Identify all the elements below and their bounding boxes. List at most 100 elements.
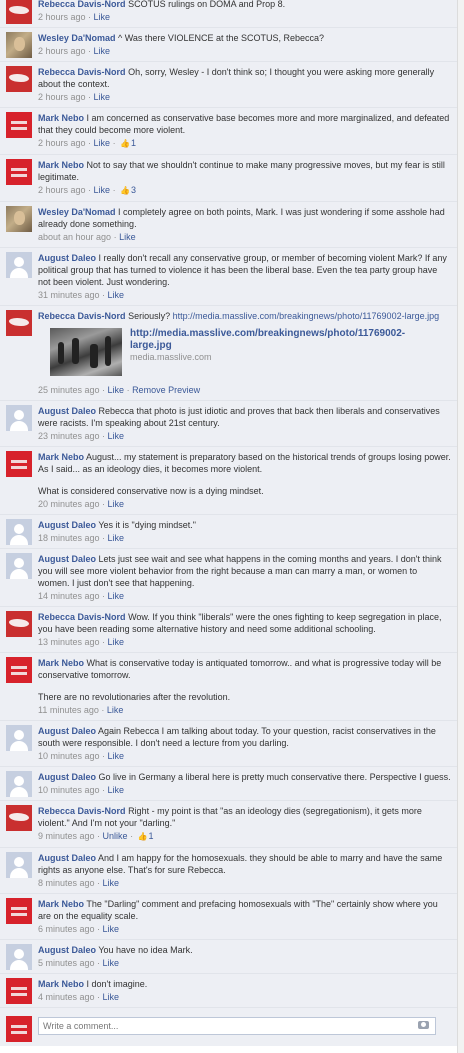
like-link[interactable]: Like	[108, 431, 125, 441]
avatar[interactable]	[6, 519, 32, 545]
like-link[interactable]: Like	[108, 499, 125, 509]
comment-time[interactable]: 13 minutes ago	[38, 637, 100, 647]
comment-author[interactable]: Wesley Da'Nomad	[38, 207, 116, 217]
camera-icon[interactable]	[418, 1021, 429, 1029]
comment-author[interactable]: Rebecca Davis-Nord	[38, 67, 126, 77]
comment-author[interactable]: Mark Nebo	[38, 658, 84, 668]
link-preview[interactable]: http://media.masslive.com/breakingnews/p…	[50, 328, 451, 380]
comment-author[interactable]: August Daleo	[38, 726, 96, 736]
comment-time[interactable]: 31 minutes ago	[38, 290, 100, 300]
comment-meta: 31 minutes ago · Like	[38, 290, 125, 300]
like-link[interactable]: Unlike	[103, 831, 128, 841]
avatar[interactable]	[6, 944, 32, 970]
like-count[interactable]: 1	[131, 138, 136, 148]
scrollbar[interactable]	[457, 0, 464, 1053]
like-link[interactable]: Like	[108, 591, 125, 601]
comment-author[interactable]: Rebecca Davis-Nord	[38, 311, 126, 321]
preview-image[interactable]	[50, 328, 122, 376]
like-link[interactable]: Like	[94, 138, 111, 148]
like-count[interactable]: 3	[131, 185, 136, 195]
comment-author[interactable]: August Daleo	[38, 406, 96, 416]
avatar[interactable]	[6, 725, 32, 751]
comment-time[interactable]: 8 minutes ago	[38, 878, 95, 888]
avatar[interactable]	[6, 553, 32, 579]
comment-time[interactable]: 9 minutes ago	[38, 831, 95, 841]
comment-author[interactable]: Mark Nebo	[38, 113, 84, 123]
avatar[interactable]	[6, 66, 32, 92]
like-link[interactable]: Like	[108, 751, 125, 761]
avatar[interactable]	[6, 771, 32, 797]
comment-body: August Daleo Lets just see wait and see …	[38, 553, 451, 589]
comment-time[interactable]: 14 minutes ago	[38, 591, 100, 601]
avatar[interactable]	[6, 32, 32, 58]
comment-author[interactable]: Mark Nebo	[38, 160, 84, 170]
comment-time[interactable]: 10 minutes ago	[38, 785, 100, 795]
comment-time[interactable]: 11 minutes ago	[38, 705, 99, 715]
avatar[interactable]	[6, 805, 32, 831]
like-link[interactable]: Like	[94, 92, 111, 102]
comment-author[interactable]: August Daleo	[38, 772, 96, 782]
avatar[interactable]	[6, 898, 32, 924]
comment-time[interactable]: 10 minutes ago	[38, 751, 100, 761]
comment-author[interactable]: August Daleo	[38, 520, 96, 530]
comment-author[interactable]: August Daleo	[38, 253, 96, 263]
comment-author[interactable]: Wesley Da'Nomad	[38, 33, 116, 43]
like-link[interactable]: Like	[94, 12, 111, 22]
like-count[interactable]: 1	[149, 831, 154, 841]
avatar[interactable]	[6, 0, 32, 24]
avatar[interactable]	[6, 252, 32, 278]
like-link[interactable]: Like	[108, 290, 125, 300]
like-link[interactable]: Like	[108, 533, 125, 543]
like-link[interactable]: Like	[103, 992, 120, 1002]
comment-time[interactable]: 5 minutes ago	[38, 958, 95, 968]
like-link[interactable]: Like	[108, 637, 125, 647]
comment-meta: 20 minutes ago · Like	[38, 499, 125, 509]
comment-text: I don't imagine.	[86, 979, 148, 989]
avatar[interactable]	[6, 852, 32, 878]
comment-time[interactable]: 4 minutes ago	[38, 992, 95, 1002]
comment-link[interactable]: http://media.masslive.com/breakingnews/p…	[173, 311, 440, 321]
like-link[interactable]: Like	[103, 924, 120, 934]
like-link[interactable]: Like	[103, 878, 120, 888]
comment-time[interactable]: 6 minutes ago	[38, 924, 95, 934]
comment-time[interactable]: 18 minutes ago	[38, 533, 100, 543]
like-link[interactable]: Like	[94, 185, 111, 195]
like-link[interactable]: Like	[94, 46, 111, 56]
avatar[interactable]	[6, 206, 32, 232]
preview-title[interactable]: http://media.masslive.com/breakingnews/p…	[130, 328, 430, 352]
like-link[interactable]: Like	[108, 385, 125, 395]
like-link[interactable]: Like	[108, 785, 125, 795]
avatar[interactable]	[6, 159, 32, 185]
comment-time[interactable]: 2 hours ago	[38, 138, 86, 148]
avatar[interactable]	[6, 978, 32, 1004]
like-link[interactable]: Like	[103, 958, 120, 968]
avatar[interactable]	[6, 310, 32, 336]
comment-author[interactable]: Mark Nebo	[38, 899, 84, 909]
comment-time[interactable]: 2 hours ago	[38, 185, 86, 195]
comment-author[interactable]: Rebecca Davis-Nord	[38, 0, 126, 9]
comment-author[interactable]: Rebecca Davis-Nord	[38, 612, 126, 622]
comment-author[interactable]: August Daleo	[38, 554, 96, 564]
avatar[interactable]	[6, 1016, 32, 1042]
like-link[interactable]: Like	[119, 232, 136, 242]
comment-time[interactable]: 2 hours ago	[38, 12, 86, 22]
comment-input[interactable]: Write a comment...	[38, 1017, 436, 1035]
comment-author[interactable]: Mark Nebo	[38, 979, 84, 989]
comment-time[interactable]: 2 hours ago	[38, 92, 86, 102]
comment-time[interactable]: about an hour ago	[38, 232, 111, 242]
remove-preview-link[interactable]: Remove Preview	[132, 385, 200, 395]
comment-time[interactable]: 20 minutes ago	[38, 499, 100, 509]
comment-time[interactable]: 23 minutes ago	[38, 431, 100, 441]
comment-author[interactable]: August Daleo	[38, 945, 96, 955]
avatar[interactable]	[6, 451, 32, 477]
comment-author[interactable]: Mark Nebo	[38, 452, 84, 462]
comment-author[interactable]: Rebecca Davis-Nord	[38, 806, 126, 816]
avatar[interactable]	[6, 611, 32, 637]
like-link[interactable]: Like	[107, 705, 124, 715]
comment-author[interactable]: August Daleo	[38, 853, 96, 863]
comment-time[interactable]: 25 minutes ago	[38, 385, 100, 395]
avatar[interactable]	[6, 405, 32, 431]
avatar[interactable]	[6, 657, 32, 683]
comment-time[interactable]: 2 hours ago	[38, 46, 86, 56]
avatar[interactable]	[6, 112, 32, 138]
